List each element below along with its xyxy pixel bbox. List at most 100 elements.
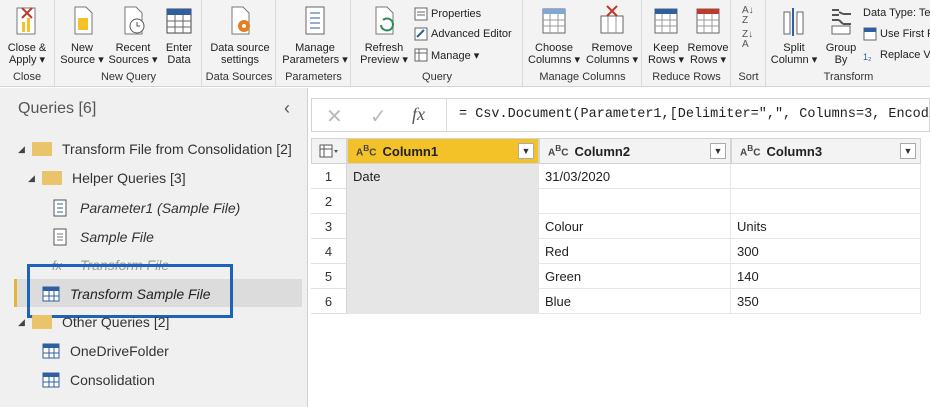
filter-dropdown-icon[interactable]: ▼ — [900, 143, 916, 159]
fx-icon[interactable]: fx — [412, 104, 425, 125]
tree-item-parameter1[interactable]: Parameter1 (Sample File) — [52, 199, 240, 217]
keep-rows-icon — [654, 8, 678, 34]
folder-icon — [42, 171, 62, 185]
column-header-2[interactable]: ABC Column2 ▼ — [539, 138, 731, 164]
table-cell[interactable]: Colour — [539, 214, 731, 239]
column-header-3[interactable]: ABC Column3 ▼ — [731, 138, 921, 164]
group-label-sort: Sort — [738, 71, 759, 83]
formula-text[interactable]: = Csv.Document(Parameter1,[Delimiter=","… — [459, 107, 930, 122]
cancel-x-icon[interactable]: ✕ — [326, 104, 343, 129]
advanced-editor-button[interactable]: Advanced Editor — [414, 27, 512, 41]
remove-rows-button[interactable]: Remove Rows ▾ — [687, 4, 729, 66]
filter-dropdown-icon[interactable]: ▼ — [518, 143, 534, 159]
annotation-highlight-box — [27, 264, 233, 318]
group-close: Close & Apply ▾ Close — [0, 0, 55, 87]
table-cell[interactable] — [347, 264, 539, 289]
keep-rows-button[interactable]: Keep Rows ▾ — [645, 4, 687, 66]
remove-rows-icon — [696, 8, 720, 34]
table-cell[interactable]: Units — [731, 214, 921, 239]
table-cell[interactable] — [731, 164, 921, 189]
manage-parameters-button[interactable]: Manage Parameters ▾ — [281, 4, 349, 66]
parameter-icon — [53, 199, 67, 217]
text-type-icon: ABC — [740, 143, 761, 159]
table-cell[interactable] — [347, 289, 539, 314]
table-cell[interactable] — [347, 214, 539, 239]
new-source-button[interactable]: New Source ▾ — [60, 4, 104, 66]
group-label-reduce-rows: Reduce Rows — [652, 71, 721, 83]
choose-columns-icon — [542, 8, 566, 34]
table-cell[interactable] — [347, 189, 539, 214]
tree-item-onedrivefolder[interactable]: OneDriveFolder — [42, 343, 169, 359]
table-menu-icon — [319, 144, 338, 158]
table-cell[interactable]: Green — [539, 264, 731, 289]
tree-item-sample-file[interactable]: Sample File — [52, 228, 154, 246]
refresh-preview-button[interactable]: Refresh Preview ▾ — [356, 4, 412, 66]
queries-header: Queries [6] — [18, 100, 97, 117]
row-number[interactable]: 4 — [311, 239, 347, 264]
queries-pane: Queries [6] ‹ ◢ Transform File from Cons… — [0, 88, 308, 407]
tree-item-consolidation[interactable]: Consolidation — [42, 372, 155, 388]
commit-check-icon[interactable]: ✓ — [370, 104, 387, 129]
table-cell[interactable] — [539, 189, 731, 214]
formula-divider — [446, 99, 447, 131]
expanded-caret-icon: ◢ — [28, 173, 35, 183]
group-label-query: Query — [422, 71, 452, 83]
split-column-button[interactable]: Split Column ▾ — [769, 4, 819, 66]
table-header-icon — [863, 27, 877, 41]
ribbon: Close & Apply ▾ Close New Source ▾ Recent S… — [0, 0, 930, 87]
filter-dropdown-icon[interactable]: ▼ — [710, 143, 726, 159]
row-number[interactable]: 2 — [311, 189, 347, 214]
sort-ascending-icon: A↓ Z — [742, 5, 754, 26]
enter-data-button[interactable]: Enter Data — [160, 4, 198, 66]
row-number[interactable]: 6 — [311, 289, 347, 314]
group-by-button[interactable]: Group By — [821, 4, 861, 66]
group-label-close: Close — [12, 71, 42, 83]
expanded-caret-icon: ◢ — [18, 144, 25, 154]
row-number[interactable]: 5 — [311, 264, 347, 289]
table-cell[interactable]: 350 — [731, 289, 921, 314]
tree-folder-other-queries[interactable]: ◢ Other Queries [2] — [18, 314, 169, 330]
sort-descending-icon: Z↓ A — [742, 29, 754, 50]
table-cell[interactable]: Date — [347, 164, 539, 189]
group-transform: Split Column ▾ Group By Data Type: Te Use … — [767, 0, 930, 87]
svg-text:1₂: 1₂ — [863, 52, 872, 62]
recent-sources-button[interactable]: Recent Sources ▾ — [108, 4, 158, 66]
replace-values-icon: 1₂ — [863, 52, 872, 62]
table-cell[interactable]: Red — [539, 239, 731, 264]
group-sort: A↓ Z Z↓ A Sort — [732, 0, 766, 87]
manage-button[interactable]: Manage ▾ — [414, 48, 479, 62]
table-cell[interactable]: 31/03/2020 — [539, 164, 731, 189]
table-icon — [166, 8, 192, 34]
table-cell[interactable]: Blue — [539, 289, 731, 314]
collapse-pane-chevron-icon[interactable]: ‹ — [284, 98, 290, 119]
replace-values-button[interactable]: 1₂ Replace V — [863, 48, 930, 62]
table-cell[interactable]: 140 — [731, 264, 921, 289]
tree-folder-helper-queries[interactable]: ◢ Helper Queries [3] — [28, 170, 186, 186]
table-menu-button[interactable] — [311, 138, 347, 164]
sort-descending-button[interactable]: Z↓ A — [742, 30, 753, 50]
close-apply-button[interactable]: Close & Apply ▾ — [4, 4, 50, 66]
remove-columns-button[interactable]: Remove Columns ▾ — [584, 4, 640, 66]
table-cell[interactable] — [347, 239, 539, 264]
data-source-settings-button[interactable]: Data source settings — [207, 4, 273, 66]
group-label-transform: Transform — [823, 71, 874, 83]
properties-button[interactable]: Properties — [414, 7, 481, 21]
remove-columns-icon — [600, 5, 624, 34]
table-cell[interactable] — [731, 189, 921, 214]
row-number[interactable]: 1 — [311, 164, 347, 189]
sort-ascending-button[interactable]: A↓ Z — [742, 6, 754, 26]
choose-columns-button[interactable]: Choose Columns ▾ — [526, 4, 582, 66]
folder-icon — [32, 315, 52, 329]
column-header-1[interactable]: ABC Column1 ▼ — [347, 138, 539, 164]
group-label-new-query: New Query — [100, 71, 157, 83]
data-type-dropdown[interactable]: Data Type: Te — [863, 7, 930, 19]
recent-sources-icon — [124, 6, 145, 35]
row-number[interactable]: 3 — [311, 214, 347, 239]
data-source-settings-icon — [231, 6, 250, 35]
manage-parameters-icon — [305, 6, 325, 35]
table-cell[interactable]: 300 — [731, 239, 921, 264]
formula-bar: ✕ ✓ fx = Csv.Document(Parameter1,[Delimi… — [311, 98, 930, 132]
tree-folder-transform-file[interactable]: ◢ Transform File from Consolidation [2] — [18, 141, 292, 157]
group-manage-columns: Choose Columns ▾ Remove Columns ▾ Manage C… — [524, 0, 642, 87]
use-first-row-button[interactable]: Use First R — [863, 27, 930, 41]
